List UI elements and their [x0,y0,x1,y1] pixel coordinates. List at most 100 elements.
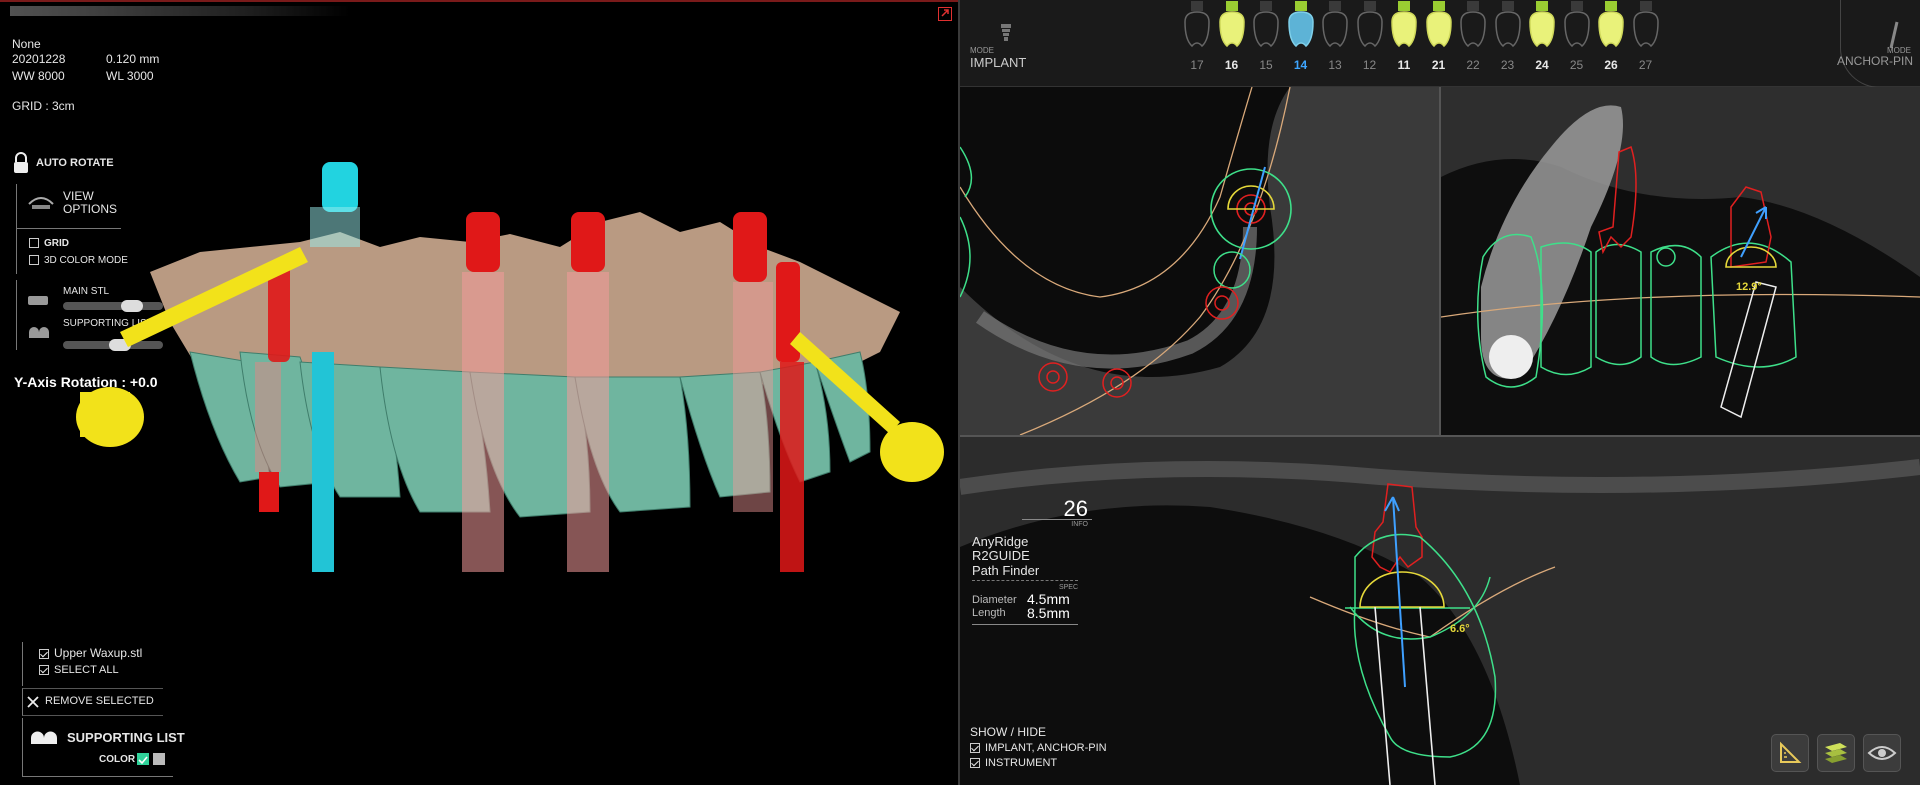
show-implant-checkbox-box[interactable] [970,743,980,754]
show-instrument-checkbox[interactable]: INSTRUMENT [970,757,1107,769]
tooth-13-icon [1322,1,1348,48]
supporting-list-panel: SUPPORTING LIST COLOR [22,718,185,777]
tooth-14[interactable]: 14 [1284,0,1318,72]
cross-section-ct-view[interactable]: 6.6° 26 INFO AnyRidge R2GUIDE Path Finde… [960,437,1920,785]
tooth-selector[interactable]: 17 16 15 14 13 12 11 21 22 23 24 25 26 27 [1180,0,1660,86]
color-label: COLOR [99,754,136,765]
implant-guide: R2GUIDE [972,548,1030,563]
tooth-25[interactable]: 25 [1560,0,1594,72]
select-all-checkbox[interactable]: SELECT ALL [39,664,119,676]
popout-icon[interactable] [938,7,952,21]
dental-3d-model[interactable] [0,152,958,572]
implant-mode-button[interactable]: MODE IMPLANT [970,24,1026,70]
tooth-16[interactable]: 16 [1215,0,1249,72]
layers-tool-button[interactable] [1817,734,1855,772]
tooth-27-icon [1632,1,1659,48]
tooth-22[interactable]: 22 [1456,0,1490,72]
length-value: 8.5mm [1027,605,1070,621]
y-axis-rotation: Y-Axis Rotation : +0.0 [14,374,158,390]
implant-14[interactable] [322,162,358,212]
angle-label-sagittal: 12.9° [1736,281,1762,293]
grid-size: GRID : 3cm [12,99,75,113]
tooth-22-icon [1460,1,1486,48]
sagittal-slice [1441,87,1920,419]
tooth-11[interactable]: 11 [1387,0,1421,72]
show-instrument-label: INSTRUMENT [985,757,1058,769]
tooth-12-label: 12 [1362,58,1377,72]
tooth-26-label: 26 [1604,58,1618,72]
show-implant-checkbox[interactable]: IMPLANT, ANCHOR-PIN [970,742,1107,754]
angle-label-cross: 6.6° [1450,623,1470,635]
tooth-14-icon [1287,1,1314,48]
window-width: WW 8000 [12,69,65,83]
window-level: WL 3000 [106,69,154,83]
tooth-22-label: 22 [1466,58,1480,72]
remove-selected-label: REMOVE SELECTED [45,695,154,707]
layers-icon [1825,743,1847,763]
tooth-27[interactable]: 27 [1629,0,1663,72]
mode-anchor-pin-label: ANCHOR-PIN [1837,54,1914,68]
tooth-14-label: 14 [1293,58,1308,72]
tooth-toolbar: MODE IMPLANT 17 16 15 14 13 12 11 21 22 23 24 25 26 2… [960,0,1920,88]
tooth-23[interactable]: 23 [1491,0,1525,72]
tooth-17[interactable]: 17 [1180,0,1214,72]
spec-label: SPEC [1058,584,1078,591]
3d-view-pane[interactable]: None 20201228 0.120 mm WW 8000 WL 3000 G… [0,0,958,785]
select-all-label: SELECT ALL [54,664,119,676]
length-label: Length [972,607,1006,619]
show-hide-panel: SHOW / HIDE IMPLANT, ANCHOR-PIN INSTRUME… [970,725,1107,769]
color-swatch-gray[interactable] [153,753,165,765]
ct-views-pane: MODE IMPLANT 17 16 15 14 13 12 11 21 22 23 24 25 26 2… [960,0,1920,785]
info-tooth-number: 26 [1063,496,1088,521]
show-instrument-checkbox-box[interactable] [970,758,980,769]
tooth-11-label: 11 [1397,58,1411,72]
tooth-17-label: 17 [1190,58,1204,72]
tooth-15-icon [1253,1,1279,48]
eye-icon [1867,746,1897,760]
project-name: None [12,37,41,51]
tooth-12-icon [1356,1,1383,48]
axial-ct-view[interactable] [960,87,1439,435]
file-list: Upper Waxup.stl SELECT ALL [22,642,163,686]
implant-11[interactable] [466,212,500,272]
tooth-23-label: 23 [1500,58,1515,72]
diameter-label: Diameter [972,594,1017,606]
tooth-24[interactable]: 24 [1525,0,1559,72]
supporting-list-icon [31,731,57,744]
tooth-11-icon [1391,1,1417,48]
mode-caption-left: MODE [970,46,994,55]
supporting-list-title: SUPPORTING LIST [67,730,185,745]
tooth-26[interactable]: 26 [1594,0,1628,72]
tooth-12[interactable]: 12 [1353,0,1387,72]
remove-selected-button[interactable]: REMOVE SELECTED [22,688,163,716]
axial-slice [960,87,1439,435]
tooth-13-label: 13 [1328,58,1342,72]
tooth-24-icon [1529,1,1555,48]
tooth-21[interactable]: 21 [1422,0,1456,72]
implant-tool: Path Finder [972,563,1040,578]
file-item-checkbox[interactable] [39,648,49,659]
info-label: INFO [1071,521,1088,528]
file-item[interactable]: Upper Waxup.stl [39,646,142,660]
measure-tool-button[interactable] [1771,734,1809,772]
tooth-23-icon [1494,1,1521,48]
tooth-21-label: 21 [1431,58,1446,72]
select-all-checkbox-box[interactable] [39,665,49,676]
implant-21[interactable] [571,212,605,272]
tooth-13[interactable]: 13 [1318,0,1352,72]
tooth-15[interactable]: 15 [1249,0,1283,72]
implant-icon [1001,24,1011,41]
color-swatch-green[interactable] [137,753,149,765]
ruler-icon [1780,741,1802,763]
implant-brand: AnyRidge [972,534,1029,549]
tooth-15-label: 15 [1259,58,1273,72]
visibility-tool-button[interactable] [1863,734,1901,772]
show-implant-label: IMPLANT, ANCHOR-PIN [985,742,1107,754]
tooth-17-icon [1184,1,1210,48]
implant-24[interactable] [733,212,767,282]
tooth-26-icon [1598,1,1624,48]
voxel-spacing: 0.120 mm [106,52,160,66]
sagittal-ct-view[interactable]: 12.9° [1441,87,1920,435]
anchor-pin-mode-frame [1840,0,1920,88]
blurred-project-name [10,6,350,16]
